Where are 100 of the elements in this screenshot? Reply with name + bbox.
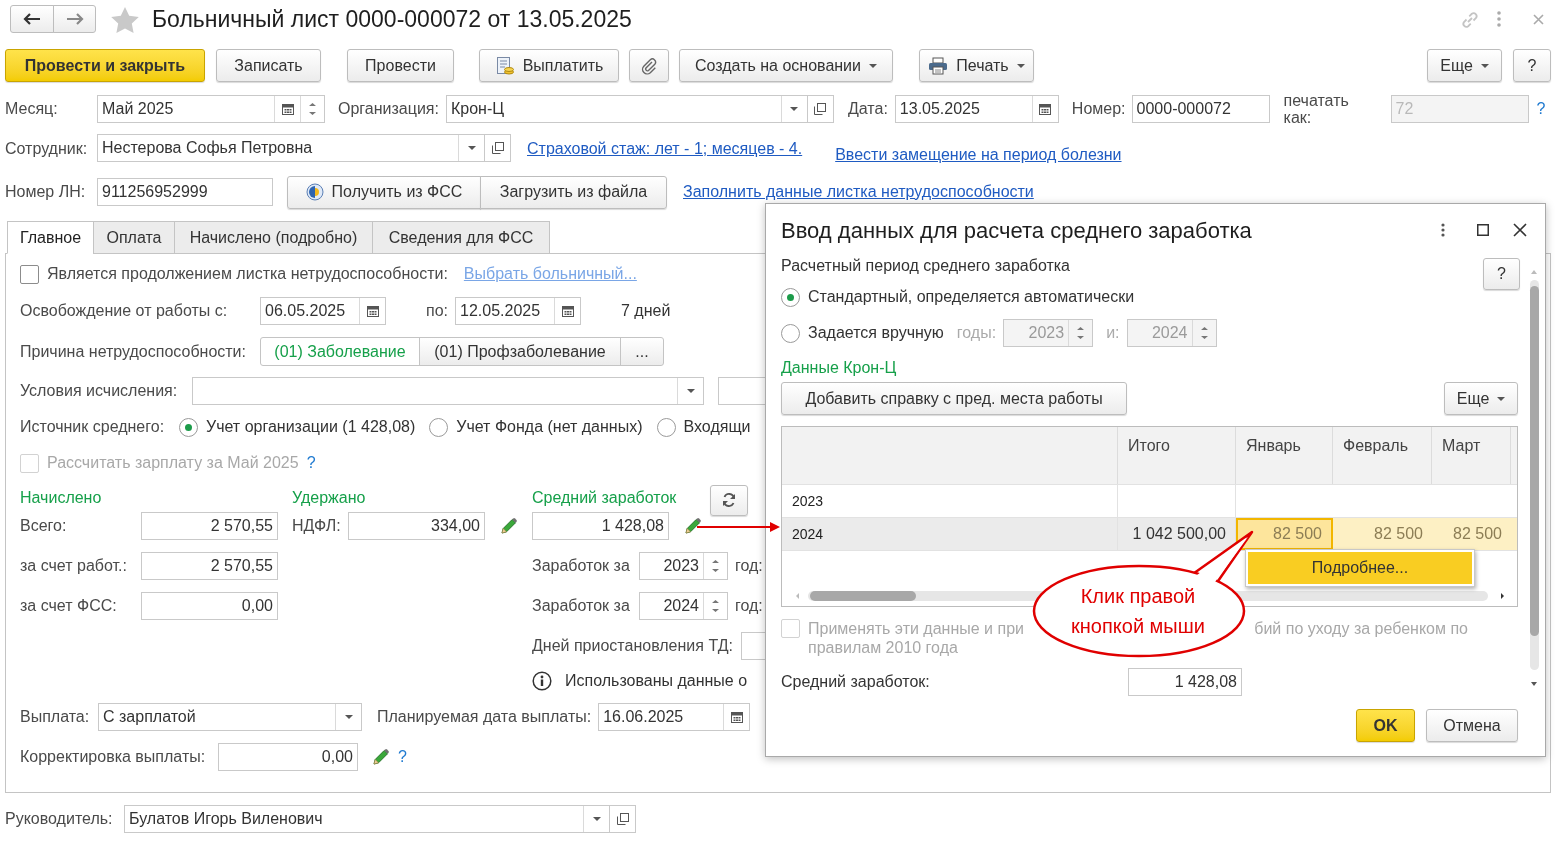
cancel-button[interactable]: Отмена [1426, 709, 1518, 742]
refresh-button[interactable] [710, 484, 749, 516]
table-row[interactable]: 2024 1 042 500,00 82 500 82 500 82 500 [782, 518, 1517, 551]
manager-field[interactable]: Булатов Игорь Виленович [124, 804, 610, 833]
column-header[interactable]: Февраль [1333, 427, 1432, 484]
checkbox[interactable] [20, 264, 39, 284]
menu-button[interactable]: Создать на основании [679, 49, 893, 82]
date-field[interactable]: 16.06.2025 [598, 703, 751, 731]
checkbox-label: Применять эти данные и при [808, 619, 1024, 638]
toolbar-button[interactable]: Записать [216, 49, 321, 82]
segment-button[interactable]: (01) Профзаболевание [419, 337, 621, 366]
column-header[interactable]: Январь [1236, 427, 1333, 484]
ok-button[interactable]: OK [1356, 709, 1415, 742]
substitution-link[interactable]: Ввести замещение на период болезни [835, 146, 1122, 163]
tab[interactable]: Сведения для ФСС [372, 221, 550, 254]
radio-button[interactable] [781, 287, 800, 307]
year-field[interactable]: 2024 [639, 592, 728, 620]
table-row[interactable]: 2023 [782, 485, 1517, 518]
info-icon [532, 671, 552, 691]
radio-label: Учет организации (1 428,08) [206, 417, 416, 437]
conditions-field[interactable] [192, 377, 704, 405]
spinner-icon [1200, 326, 1208, 340]
forward-arrow-icon [65, 13, 84, 25]
caret-icon [592, 816, 601, 821]
radio-button[interactable] [781, 323, 800, 343]
radio-button[interactable] [429, 417, 449, 437]
field-label: НДФЛ: [292, 516, 342, 536]
caret-icon [1480, 63, 1489, 68]
section-title: Удержано [292, 489, 366, 506]
amount-field[interactable]: 0,00 [141, 592, 278, 620]
checkbox-label: правилам 2010 года [808, 638, 959, 657]
menu-icon[interactable] [1441, 223, 1445, 237]
help-button[interactable]: ? [1483, 258, 1520, 290]
amount-field[interactable]: 0,00 [218, 743, 358, 771]
menu-item[interactable]: Подробнее... [1248, 552, 1472, 584]
attach-button[interactable] [629, 49, 669, 82]
caret-icon [686, 389, 695, 393]
toolbar-button[interactable]: Провести [347, 49, 454, 82]
amount-field[interactable]: 2 570,55 [141, 512, 278, 540]
toolbar-button[interactable]: Получить из ФСС [287, 175, 481, 209]
field-label: Корректировка выплаты: [20, 747, 207, 767]
open-icon [616, 812, 629, 825]
calendar-icon [730, 711, 743, 723]
month-field[interactable]: Май 2025 [97, 94, 325, 123]
info-text: Использованы данные о [565, 671, 748, 691]
field-label: Средний заработок: [781, 672, 931, 692]
column-header[interactable]: Март [1432, 427, 1511, 484]
toolbar-button[interactable]: Выплатить [479, 49, 619, 82]
employee-field[interactable]: Нестерова Софья Петровна [97, 134, 485, 162]
amount-field[interactable]: 1 428,08 [1128, 668, 1242, 696]
organization-field[interactable]: Крон-Ц [445, 94, 808, 123]
field-label: Причина нетрудоспособности: [20, 341, 247, 362]
table-cell[interactable]: 82 500 [1333, 518, 1432, 550]
toolbar-button[interactable]: Загрузить из файла [480, 175, 667, 209]
add-button[interactable]: Добавить справку с пред. места работы [781, 382, 1127, 415]
back-button[interactable] [10, 5, 54, 33]
amount-field[interactable]: 1 428,08 [532, 512, 669, 540]
pencil-icon[interactable] [372, 748, 390, 766]
caret-icon [467, 146, 476, 150]
toolbar-button[interactable]: Провести и закрыть [5, 49, 205, 82]
date-field[interactable]: 06.05.2025 [260, 297, 386, 325]
field-label: и: [1106, 323, 1120, 343]
date-field[interactable]: 12.05.2025 [455, 297, 581, 325]
pencil-icon[interactable] [500, 517, 518, 535]
pencil-icon[interactable] [684, 517, 702, 535]
tab[interactable]: Главное [7, 221, 94, 254]
calendar-icon [561, 305, 574, 317]
radio-label: Учет Фонда (нет данных) [456, 417, 643, 437]
more-button[interactable]: ... [620, 337, 664, 366]
year-field[interactable]: 2023 [639, 552, 728, 580]
radio-button[interactable] [179, 417, 198, 437]
spinner-icon [309, 101, 316, 116]
field-label: за счет работ.: [20, 556, 128, 576]
menu-button[interactable]: Еще [1444, 382, 1518, 415]
star-icon[interactable] [110, 6, 140, 34]
radio-button[interactable] [656, 417, 676, 437]
insurance-link[interactable]: Страховой стаж: лет - 1; месяцев - 4. [527, 140, 803, 157]
number-field[interactable]: 0000-000072 [1131, 94, 1270, 123]
maximize-icon[interactable] [1477, 224, 1489, 236]
tab[interactable]: Оплата [93, 221, 175, 254]
field-label: Дней приостановления ТД: [532, 636, 733, 656]
print-button[interactable]: Печать [919, 49, 1034, 82]
fill-link[interactable]: Заполнить данные листка нетрудоспособности [683, 183, 1034, 200]
menu-button[interactable]: Еще [1427, 49, 1502, 82]
open-button[interactable] [485, 134, 511, 162]
amount-field[interactable]: 334,00 [348, 512, 485, 540]
date-field[interactable]: 13.05.2025 [894, 94, 1059, 123]
segment-button[interactable]: (01) Заболевание [260, 337, 420, 366]
payment-field[interactable]: С зарплатой [98, 703, 362, 731]
sick-note-field[interactable]: 911256952999 [97, 178, 273, 206]
tab[interactable]: Начислено (подробно) [174, 221, 373, 254]
table-cell[interactable]: 82 500 [1432, 518, 1511, 550]
open-button[interactable] [807, 94, 834, 123]
help-button[interactable]: ? [1513, 49, 1551, 82]
close-icon[interactable] [1513, 223, 1527, 237]
amount-field[interactable]: 2 570,55 [141, 552, 278, 580]
field-label: Номер: [1071, 98, 1126, 119]
open-button[interactable] [610, 804, 636, 833]
column-header[interactable]: Итого [1118, 427, 1236, 484]
caret-icon [344, 715, 353, 719]
